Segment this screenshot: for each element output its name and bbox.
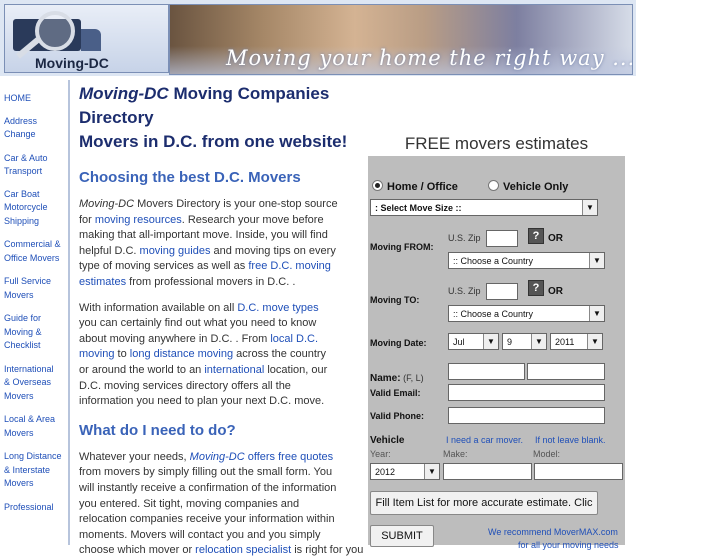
to-country-select[interactable]: :: Choose a Country ▼ bbox=[448, 305, 605, 322]
car-mover-link[interactable]: I need a car mover. bbox=[446, 435, 523, 445]
email-field[interactable] bbox=[448, 384, 605, 401]
fill-item-list-button[interactable]: Fill Item List for more accurate estimat… bbox=[370, 491, 598, 515]
local-moving-link[interactable]: local D.C. bbox=[270, 333, 318, 345]
vehicle-model-input[interactable] bbox=[534, 463, 623, 480]
vehicle-make-input[interactable] bbox=[443, 463, 532, 480]
moving-guides-link[interactable]: moving guides bbox=[140, 245, 211, 257]
sidebar-item-professional[interactable]: Professional bbox=[0, 501, 66, 515]
moving-date-label: Moving Date: bbox=[370, 338, 427, 348]
main-content: Moving-DC Moving Companies Directory Mov… bbox=[79, 82, 369, 559]
to-help-icon[interactable]: ? bbox=[528, 280, 544, 296]
recommend-text-2: for all your moving needs bbox=[518, 540, 619, 550]
date-year-select[interactable]: 2011 ▼ bbox=[550, 333, 603, 350]
intro-paragraph: Moving-DC Movers Directory is your one-s… bbox=[79, 198, 338, 288]
sidebar-item-moving-guide[interactable]: Guide for Moving & Checklist bbox=[0, 312, 66, 353]
sidebar-divider bbox=[68, 80, 70, 545]
email-label: Valid Email: bbox=[370, 388, 421, 398]
moving-resources-link[interactable]: moving resources bbox=[95, 214, 182, 226]
recommend-text: We recommend MoverMAX.com bbox=[488, 527, 618, 537]
chevron-down-icon: ▼ bbox=[589, 253, 604, 268]
free-estimates-link-cont[interactable]: estimates bbox=[79, 276, 126, 288]
sidebar-item-full-service[interactable]: Full Service Movers bbox=[0, 275, 66, 302]
sidebar-item-commercial-office[interactable]: Commercial & Office Movers bbox=[0, 238, 66, 265]
vehicle-make-label: Make: bbox=[443, 449, 468, 459]
banner-tagline: Moving your home the right way ... bbox=[226, 46, 633, 70]
phone-label: Valid Phone: bbox=[370, 411, 425, 421]
chevron-down-icon: ▼ bbox=[589, 306, 604, 321]
free-estimates-link[interactable]: free D.C. moving bbox=[248, 260, 331, 272]
from-zip-label: U.S. Zip bbox=[448, 233, 481, 243]
phone-field[interactable] bbox=[448, 407, 605, 424]
first-name-input[interactable] bbox=[448, 363, 525, 380]
to-zip-input[interactable] bbox=[486, 283, 518, 300]
estimate-form: Home / Office Vehicle Only : Select Move… bbox=[368, 156, 625, 550]
relocation-specialist-link[interactable]: relocation specialist bbox=[195, 544, 291, 556]
from-zip-input[interactable] bbox=[486, 230, 518, 247]
vehicle-year-select[interactable]: 2012 ▼ bbox=[370, 463, 440, 480]
last-name-input[interactable] bbox=[527, 363, 605, 380]
sidebar-nav: HOME Address Change Car & Auto Transport… bbox=[0, 80, 66, 545]
logo-text: Moving-DC bbox=[35, 55, 109, 71]
vehicle-year-label: Year: bbox=[370, 449, 391, 459]
submit-button[interactable]: SUBMIT bbox=[370, 525, 434, 547]
radio-vehicle-only[interactable]: Vehicle Only bbox=[488, 175, 568, 194]
name-label: Name: bbox=[370, 373, 401, 384]
international-link[interactable]: international bbox=[204, 364, 264, 376]
page-title: Moving-DC Moving Companies Directory Mov… bbox=[79, 84, 348, 151]
site-logo[interactable]: Moving-DC bbox=[4, 4, 169, 73]
to-zip-label: U.S. Zip bbox=[448, 286, 481, 296]
from-help-icon[interactable]: ? bbox=[528, 228, 544, 244]
long-distance-link[interactable]: long distance moving bbox=[130, 348, 233, 360]
radio-vehicle-only-button[interactable] bbox=[488, 180, 499, 191]
sidebar-item-home[interactable]: HOME bbox=[0, 92, 66, 106]
vehicle-model-label: Model: bbox=[533, 449, 561, 459]
section-heading-choosing: Choosing the best D.C. Movers bbox=[79, 169, 301, 186]
name-hint: (F, L) bbox=[400, 373, 424, 383]
local-moving-link-cont[interactable]: moving bbox=[79, 348, 114, 360]
radio-home-office-button[interactable] bbox=[372, 180, 383, 191]
chevron-down-icon: ▼ bbox=[424, 464, 439, 479]
instructions-paragraph: Whatever your needs, Moving-DC offers fr… bbox=[79, 450, 364, 557]
sidebar-item-long-distance[interactable]: Long Distance & Interstate Movers bbox=[0, 450, 66, 491]
chevron-down-icon: ▼ bbox=[587, 334, 602, 349]
free-quotes-link[interactable]: Moving-DC offers free quotes bbox=[190, 451, 333, 463]
chevron-down-icon: ▼ bbox=[483, 334, 498, 349]
chevron-down-icon: ▼ bbox=[531, 334, 546, 349]
section-heading-what-to-do: What do I need to do? bbox=[79, 421, 236, 439]
banner-photo: Moving your home the right way ... bbox=[169, 4, 633, 75]
from-or-label: OR bbox=[548, 233, 563, 244]
site-banner: Moving-DC Moving your home the right way… bbox=[0, 0, 636, 76]
sidebar-item-car-auto-transport[interactable]: Car & Auto Transport bbox=[0, 152, 66, 179]
magnifier-icon bbox=[35, 11, 75, 51]
move-types-link[interactable]: D.C. move types bbox=[237, 302, 318, 314]
radio-home-office[interactable]: Home / Office bbox=[372, 175, 458, 194]
moving-from-label: Moving FROM: bbox=[370, 242, 434, 252]
to-or-label: OR bbox=[548, 286, 563, 297]
sidebar-item-local-area[interactable]: Local & Area Movers bbox=[0, 413, 66, 440]
sidebar-item-international[interactable]: International & Overseas Movers bbox=[0, 363, 66, 404]
sidebar-item-car-boat-motorcycle[interactable]: Car Boat Motorcycle Shipping bbox=[0, 188, 66, 229]
date-month-select[interactable]: Jul ▼ bbox=[448, 333, 499, 350]
sidebar-item-address-change[interactable]: Address Change bbox=[0, 115, 66, 142]
date-day-select[interactable]: 9 ▼ bbox=[502, 333, 547, 350]
not-leave-blank-text: If not leave blank. bbox=[535, 435, 606, 445]
move-size-select[interactable]: : Select Move Size :: ▼ bbox=[370, 199, 598, 216]
vehicle-label: Vehicle bbox=[370, 435, 405, 446]
form-title: FREE movers estimates bbox=[404, 134, 589, 153]
moving-to-label: Moving TO: bbox=[370, 295, 420, 305]
from-country-select[interactable]: :: Choose a Country ▼ bbox=[448, 252, 605, 269]
chevron-down-icon: ▼ bbox=[582, 200, 597, 215]
move-types-paragraph: With information available on all D.C. m… bbox=[79, 301, 328, 408]
